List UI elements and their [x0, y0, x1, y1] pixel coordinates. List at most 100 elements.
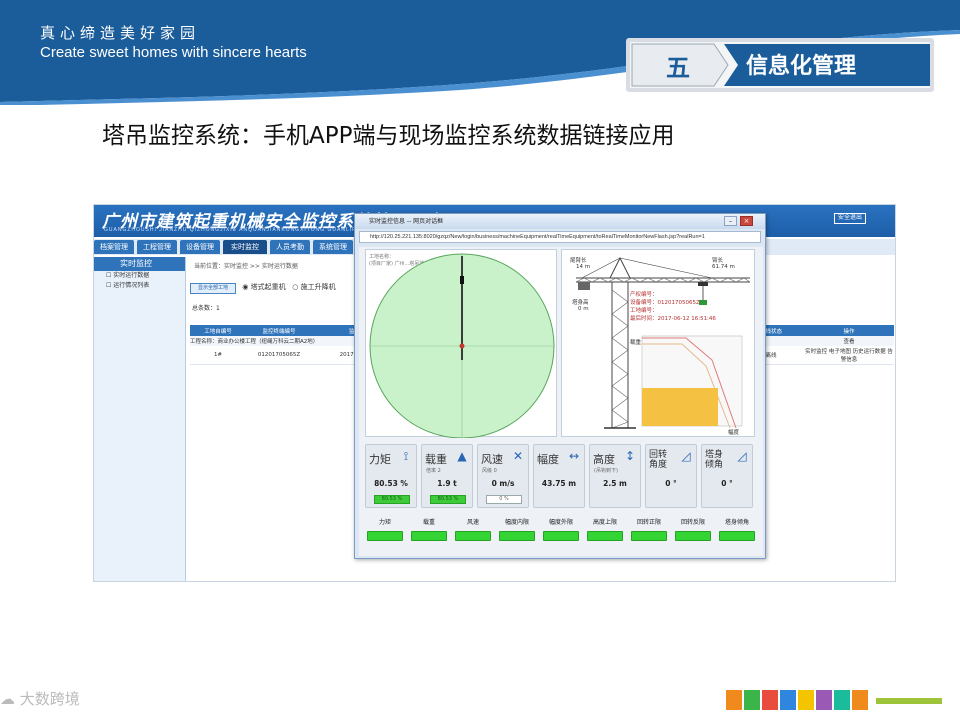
gauge-name: 力矩 [369, 453, 391, 466]
alarm-tower-tilt: 塔身倾角 [717, 515, 757, 547]
gauge-name: 幅度 [537, 453, 559, 466]
alarm-indicator [675, 531, 711, 541]
cell-terminal: 01201705065Z [246, 346, 312, 365]
tab-equipment[interactable]: 设备管理 [180, 240, 220, 254]
close-icon[interactable]: × [740, 216, 753, 226]
show-all-sites-button[interactable]: 显示全部工地 [190, 283, 236, 294]
alarm-label: 高度上限 [592, 519, 617, 526]
gauge-bar: 80.53 % [430, 495, 466, 504]
alarm-indicator [587, 531, 623, 541]
gauge-value: 1.9 t [437, 479, 457, 488]
watermark: ☁ 大数跨境 [0, 690, 80, 708]
rotation-panel: 工地名称： (项目厂家) 广州...塔吊监控平台 [365, 249, 557, 438]
gauge-height: 高度 ↕ (吊钩到下) 2.5 m [589, 444, 641, 508]
gauge-value: 2.5 m [603, 479, 627, 488]
alarm-label: 回转反限 [680, 519, 705, 526]
exit-button[interactable]: 安全退出 [834, 213, 866, 224]
app-title-pinyin: GUANGZHOUSHI JIANZHU QIZHONGJIXIE ANQUAN… [104, 227, 379, 233]
gauge-name: 塔身 倾角 [705, 450, 724, 470]
gauge-sub: (吊钩到下) [594, 468, 618, 474]
gauge-bar: 0 % [486, 495, 522, 504]
front-arm-label: 臂长 [712, 258, 724, 264]
alarm-height-upper: 高度上限 [585, 515, 625, 547]
alarm-label: 风速 [466, 519, 479, 526]
rear-arm-value: 14 m [576, 264, 591, 270]
filter-row: 显示全部工地 ◉ 塔式起重机 ○ 施工升降机 [190, 282, 336, 294]
alarm-row: 力矩 载重 风速 幅度内限 幅度外限 高度上限 回转正限 回转反限 塔身倾角 [365, 515, 757, 547]
alarm-moment: 力矩 [365, 515, 405, 547]
alarm-indicator [455, 531, 491, 541]
gauge-value: 0 m/s [491, 479, 515, 488]
alarm-label: 力矩 [378, 519, 391, 526]
radio-construction-lift[interactable]: ○ 施工升降机 [292, 283, 335, 291]
wind-icon: ✕ [512, 449, 524, 463]
tab-attendance[interactable]: 人员考勤 [270, 240, 310, 254]
tab-realtime[interactable]: 实时监控 [223, 240, 267, 254]
dialog-body: 工地名称： (项目厂家) 广州...塔吊监控平台 尾臂长 14 m 臂长 61.… [359, 247, 763, 556]
cell-actions[interactable]: 实时监控 电子地图 历史运行数据 告警信息 [804, 346, 894, 365]
gauge-load: 载重 ▲ 倍率 2 1.9 t 80.53 % [421, 444, 473, 508]
crane-panel: 尾臂长 14 m 臂长 61.74 m 塔身高 0 m 产权编号： 设备编号：0… [561, 249, 755, 437]
alarm-label: 塔身倾角 [724, 519, 749, 526]
alarm-indicator [719, 531, 755, 541]
range-axis-label: 幅度 [728, 430, 740, 436]
tower-height-label: 塔身高 [572, 300, 589, 306]
alarm-label: 幅度外限 [548, 519, 573, 526]
gauge-name: 载重 [425, 453, 447, 466]
sidebar-item-run-list[interactable]: ☐ 运行情况列表 [94, 281, 185, 291]
alarm-range-inner: 幅度内限 [497, 515, 537, 547]
alarm-rotation-forward: 回转正限 [629, 515, 669, 547]
tower-height-value: 0 m [578, 306, 589, 312]
address-bar[interactable]: http://120.25.221.135:8020/gzqz/New/logi… [359, 231, 761, 243]
radio-tower-crane[interactable]: ◉ 塔式起重机 [242, 283, 285, 291]
column-header: 工地自编号 [190, 325, 246, 336]
alarm-load: 载重 [409, 515, 449, 547]
section-title: 信息化管理 [746, 54, 857, 79]
radio-label: 塔式起重机 [250, 283, 286, 291]
total-count: 总条数：1 [192, 305, 220, 312]
sidebar-item-realtime-data[interactable]: ☐ 实时运行数据 [94, 271, 185, 281]
watermark-text: 大数跨境 [19, 690, 80, 708]
moment-icon: ⟟ [403, 449, 409, 463]
dialog-title: 实时监控信息 -- 网页对话框 [369, 218, 444, 225]
column-header: 操作 [804, 325, 894, 336]
gauge-value: 0 ° [721, 479, 733, 488]
radio-label: 施工升降机 [300, 283, 336, 291]
rear-arm-label: 尾臂长 [570, 258, 587, 264]
gauge-row: 力矩 ⟟ 80.53 % 80.53 % 载重 ▲ 倍率 2 1.9 t 80.… [365, 444, 757, 508]
tilt-icon: ◿ [737, 449, 747, 463]
column-header: 监控终端编号 [246, 325, 312, 336]
section-number: 五 [666, 54, 690, 82]
alarm-rotation-reverse: 回转反限 [673, 515, 713, 547]
sidebar-title: 实时监控 [94, 257, 185, 271]
slide-title: 塔吊监控系统：手机APP端与现场监控系统数据链接应用 [102, 123, 675, 149]
tab-archive[interactable]: 档案管理 [94, 240, 134, 254]
range-icon: ↔ [568, 449, 580, 463]
gauge-name: 高度 [593, 453, 615, 466]
gauge-name: 风速 [481, 453, 503, 466]
tab-project[interactable]: 工程管理 [137, 240, 177, 254]
gauge-tower-tilt: 塔身 倾角 ◿ 0 ° [701, 444, 753, 508]
angle-icon: ◿ [681, 449, 691, 463]
sidebar-item-label: 实时运行数据 [113, 272, 150, 279]
slogan-chinese: 真心缔造美好家园 [40, 24, 201, 42]
gauge-sub: 风级 0 [482, 468, 497, 474]
realtime-monitor-dialog: 实时监控信息 -- 网页对话框 – × http://120.25.221.13… [354, 213, 766, 559]
gauge-sub: 倍率 2 [426, 468, 441, 474]
weight-icon: ▲ [457, 449, 467, 463]
sidebar: 实时监控 ☐ 实时运行数据 ☐ 运行情况列表 [94, 257, 186, 581]
crane-info-line: 设备编号：01201705065Z [630, 300, 700, 306]
minimize-icon[interactable]: – [724, 216, 737, 226]
alarm-indicator [543, 531, 579, 541]
gauge-range: 幅度 ↔ 43.75 m [533, 444, 585, 508]
load-axis-label: 载重 [630, 340, 642, 346]
gauge-name: 回转 角度 [649, 450, 668, 470]
crane-diagram [575, 256, 751, 429]
crane-info-line: 工地编号： [630, 308, 658, 314]
crane-info-line: 最后时间：2017-06-12 16:51:46 [630, 316, 716, 322]
gauge-rotation-angle: 回转 角度 ◿ 0 ° [645, 444, 697, 508]
tab-system[interactable]: 系统管理 [313, 240, 353, 254]
view-link[interactable]: 查看 [804, 336, 894, 346]
gauge-wind: 风速 ✕ 风级 0 0 m/s 0 % [477, 444, 529, 508]
alarm-wind: 风速 [453, 515, 493, 547]
